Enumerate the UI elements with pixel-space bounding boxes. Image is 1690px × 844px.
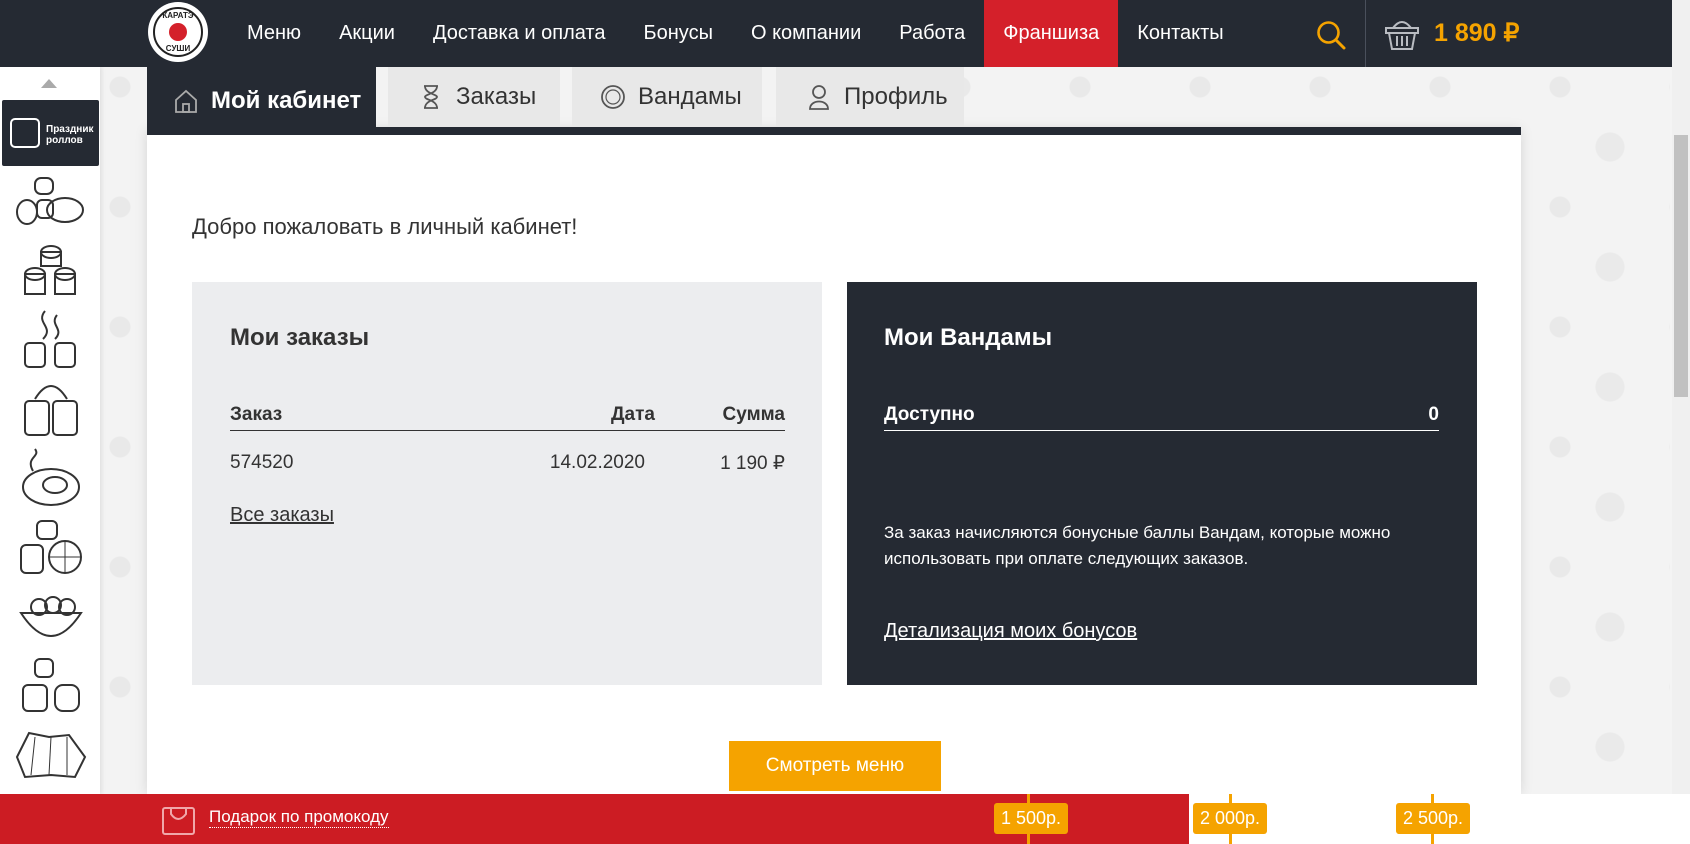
welcome-message: Добро пожаловать в личный кабинет! — [192, 214, 578, 239]
available-value: 0 — [1428, 404, 1439, 425]
col-sum: Сумма — [722, 404, 785, 425]
orders-title: Мои заказы — [230, 324, 370, 351]
logo-sun-icon — [169, 23, 187, 41]
view-menu-button[interactable]: Смотреть меню — [729, 741, 941, 791]
col-date: Дата — [611, 404, 655, 425]
nav-franchise[interactable]: Франшиза — [984, 0, 1119, 67]
category-hot-rolls-icon[interactable] — [15, 307, 87, 373]
category-citrus-rolls-icon[interactable] — [15, 517, 87, 581]
category-sidebar: Праздник роллов — [0, 67, 100, 794]
order-number: 574520 — [230, 452, 294, 473]
col-order: Заказ — [230, 404, 283, 425]
bonus-details-link[interactable]: Детализация моих бонусов — [884, 620, 1137, 643]
cart-total[interactable]: 1 890 ₽ — [1434, 18, 1519, 48]
my-orders-panel: Мои заказы Заказ Дата Сумма 574520 14.02… — [192, 282, 822, 685]
gift-progress-bar: Подарок по промокоду 1 500р. 2 000р. 2 5… — [0, 794, 1690, 844]
all-orders-link[interactable]: Все заказы — [230, 504, 334, 527]
account-tabs: Мой кабинет Заказы Вандамы Профиль — [147, 67, 1521, 135]
category-grilled-roll-icon[interactable] — [15, 447, 87, 511]
sidebar-promo-rolls-holiday[interactable]: Праздник роллов — [2, 100, 99, 166]
tab-my-account[interactable]: Мой кабинет — [147, 67, 376, 135]
hourglass-icon — [424, 85, 438, 109]
logo-emblem: КАРАТЭ СУШИ — [153, 7, 203, 57]
category-noodle-bowl-icon[interactable] — [15, 589, 87, 647]
top-navigation-bar: КАРАТЭ СУШИ Меню Акции Доставка и оплата… — [0, 0, 1672, 67]
table-row[interactable]: 574520 14.02.2020 1 190 ₽ — [230, 452, 785, 478]
tab-my-account-label: Мой кабинет — [211, 87, 362, 114]
page-scrollbar[interactable] — [1672, 0, 1690, 794]
category-tempura-rolls-icon[interactable] — [15, 727, 87, 783]
tab-profile-label: Профиль — [844, 83, 948, 110]
bonus-description: За заказ начисляются бонусные баллы Ванд… — [884, 523, 1391, 568]
scroll-up-icon[interactable] — [41, 79, 57, 88]
nav-jobs[interactable]: Работа — [880, 0, 984, 67]
site-logo[interactable]: КАРАТЭ СУШИ — [148, 2, 208, 62]
nav-divider — [1365, 0, 1366, 67]
category-rolls-icon[interactable] — [15, 242, 87, 300]
logo-text-top: КАРАТЭ — [162, 11, 194, 20]
vandams-available-row: Доступно 0 — [884, 404, 1439, 431]
promo-rolls-icon — [10, 118, 40, 148]
nav-promotions[interactable]: Акции — [320, 0, 414, 67]
tab-profile[interactable]: Профиль — [776, 67, 964, 127]
tab-orders-label: Заказы — [456, 83, 537, 110]
available-label: Доступно — [884, 404, 975, 425]
nav-menu[interactable]: Меню — [228, 0, 320, 67]
order-sum: 1 190 ₽ — [720, 453, 785, 474]
nav-contacts[interactable]: Контакты — [1118, 0, 1242, 67]
tab-vandams-label: Вандамы — [638, 83, 742, 110]
promo-code-gift-link[interactable]: Подарок по промокоду — [209, 807, 389, 828]
coin-icon — [601, 85, 625, 109]
orders-table-header: Заказ Дата Сумма — [230, 404, 785, 431]
nav-delivery[interactable]: Доставка и оплата — [414, 0, 625, 67]
nav-about[interactable]: О компании — [732, 0, 880, 67]
order-date: 14.02.2020 — [549, 452, 645, 473]
gift-bag-icon[interactable] — [161, 802, 196, 836]
search-icon[interactable] — [1316, 20, 1346, 50]
user-icon — [809, 85, 829, 110]
tab-orders[interactable]: Заказы — [388, 67, 560, 127]
nav-bonuses[interactable]: Бонусы — [625, 0, 732, 67]
threshold-badge-1500: 1 500р. — [994, 803, 1069, 834]
category-sushi-rolls-icon[interactable] — [15, 174, 87, 232]
sidebar-promo-label: Праздник роллов — [46, 124, 94, 146]
threshold-badge-2000: 2 000р. — [1193, 803, 1268, 834]
main-menu: Меню Акции Доставка и оплата Бонусы О ко… — [228, 0, 1243, 67]
category-mini-rolls-icon[interactable] — [15, 655, 87, 719]
basket-icon[interactable] — [1383, 14, 1421, 52]
vandams-title: Мои Вандамы — [884, 324, 1053, 351]
scrollbar-thumb[interactable] — [1674, 135, 1688, 397]
category-baked-rolls-icon[interactable] — [15, 377, 87, 441]
home-icon — [175, 89, 197, 113]
tab-vandams[interactable]: Вандамы — [572, 67, 762, 127]
threshold-badge-2500: 2 500р. — [1396, 803, 1471, 834]
my-vandams-panel: Мои Вандамы Доступно 0 За заказ начисляю… — [847, 282, 1477, 685]
logo-text-bottom: СУШИ — [165, 44, 191, 53]
